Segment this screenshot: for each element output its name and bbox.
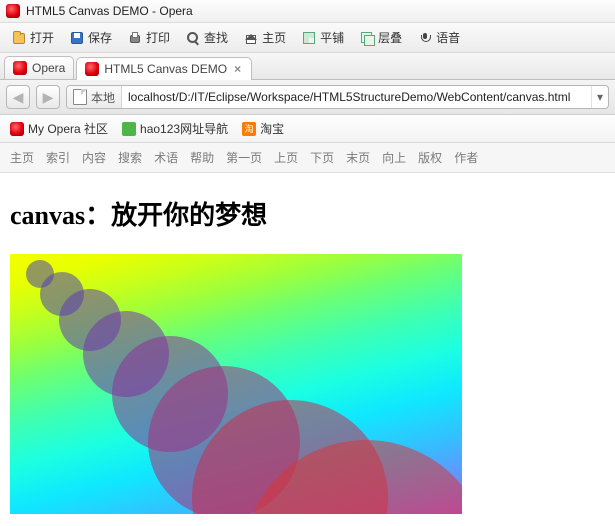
menu-cascade[interactable]: 层叠 [354,26,408,49]
menu-label: 主页 [262,29,286,46]
tile-windows-icon [302,31,316,45]
opera-icon [6,4,20,18]
subnav-link[interactable]: 下页 [310,149,334,166]
menu-label: 打开 [30,29,54,46]
microphone-icon [418,31,432,45]
menu-label: 层叠 [378,29,402,46]
menu-tile[interactable]: 平铺 [296,26,350,49]
chevron-down-icon: ▾ [597,90,603,104]
url-scheme-badge[interactable]: 本地 [67,86,122,108]
folder-open-icon [12,31,26,45]
tab-label: HTML5 Canvas DEMO [104,62,227,76]
hao123-favicon-icon [122,122,136,136]
window-title: HTML5 Canvas DEMO - Opera [26,4,193,18]
main-menu-bar: 打开 保存 打印 查找 主页 平铺 层叠 语音 [0,23,615,53]
bookmark-label: 淘宝 [260,120,284,137]
bookmark-label: My Opera 社区 [28,120,108,137]
window-title-bar: HTML5 Canvas DEMO - Opera [0,0,615,23]
tab-canvas-demo[interactable]: HTML5 Canvas DEMO × [76,57,252,80]
menu-label: 语音 [436,29,460,46]
cascade-windows-icon [360,31,374,45]
search-icon [186,31,200,45]
subnav-link[interactable]: 内容 [82,149,106,166]
page-section-nav: 主页 索引 内容 搜索 术语 帮助 第一页 上页 下页 末页 向上 版权 作者 [0,143,615,173]
badge-label: 本地 [91,89,115,106]
opera-favicon-icon [10,122,24,136]
taobao-favicon-icon [242,122,256,136]
arrow-right-icon: ▶ [43,90,54,104]
menu-label: 平铺 [320,29,344,46]
menu-open[interactable]: 打开 [6,26,60,49]
page-content: canvas：放开你的梦想 [0,173,615,526]
nav-back-button[interactable]: ◀ [6,85,30,109]
bookmark-label: hao123网址导航 [140,120,228,137]
tab-close-button[interactable]: × [232,62,243,76]
menu-label: 打印 [146,29,170,46]
document-icon [73,89,87,105]
bookmark-myopera[interactable]: My Opera 社区 [10,120,108,137]
tab-opera[interactable]: Opera [4,56,74,79]
opera-favicon-icon [85,62,99,76]
url-input[interactable] [122,90,591,104]
subnav-link[interactable]: 上页 [274,149,298,166]
nav-forward-button[interactable]: ▶ [36,85,60,109]
subnav-link[interactable]: 搜索 [118,149,142,166]
arrow-left-icon: ◀ [13,90,24,104]
canvas-demo-output [10,254,462,514]
save-icon [70,31,84,45]
tab-strip: Opera HTML5 Canvas DEMO × [0,53,615,80]
bookmarks-bar: My Opera 社区 hao123网址导航 淘宝 [0,115,615,143]
tab-label: Opera [32,61,65,75]
menu-home[interactable]: 主页 [238,26,292,49]
home-icon [244,31,258,45]
subnav-link[interactable]: 索引 [46,149,70,166]
subnav-link[interactable]: 术语 [154,149,178,166]
opera-favicon-icon [13,61,27,75]
menu-print[interactable]: 打印 [122,26,176,49]
print-icon [128,31,142,45]
subnav-link[interactable]: 作者 [454,149,478,166]
subnav-link[interactable]: 帮助 [190,149,214,166]
subnav-link[interactable]: 向上 [382,149,406,166]
bookmark-hao123[interactable]: hao123网址导航 [122,120,228,137]
bookmark-taobao[interactable]: 淘宝 [242,120,284,137]
menu-save[interactable]: 保存 [64,26,118,49]
menu-label: 保存 [88,29,112,46]
menu-find[interactable]: 查找 [180,26,234,49]
subnav-link[interactable]: 版权 [418,149,442,166]
menu-label: 查找 [204,29,228,46]
address-history-dropdown[interactable]: ▾ [591,86,608,108]
address-toolbar: ◀ ▶ 本地 ▾ [0,80,615,115]
subnav-link[interactable]: 主页 [10,149,34,166]
menu-voice[interactable]: 语音 [412,26,466,49]
subnav-link[interactable]: 末页 [346,149,370,166]
subnav-link[interactable]: 第一页 [226,149,262,166]
page-heading: canvas：放开你的梦想 [10,195,605,232]
address-field[interactable]: 本地 ▾ [66,85,609,109]
